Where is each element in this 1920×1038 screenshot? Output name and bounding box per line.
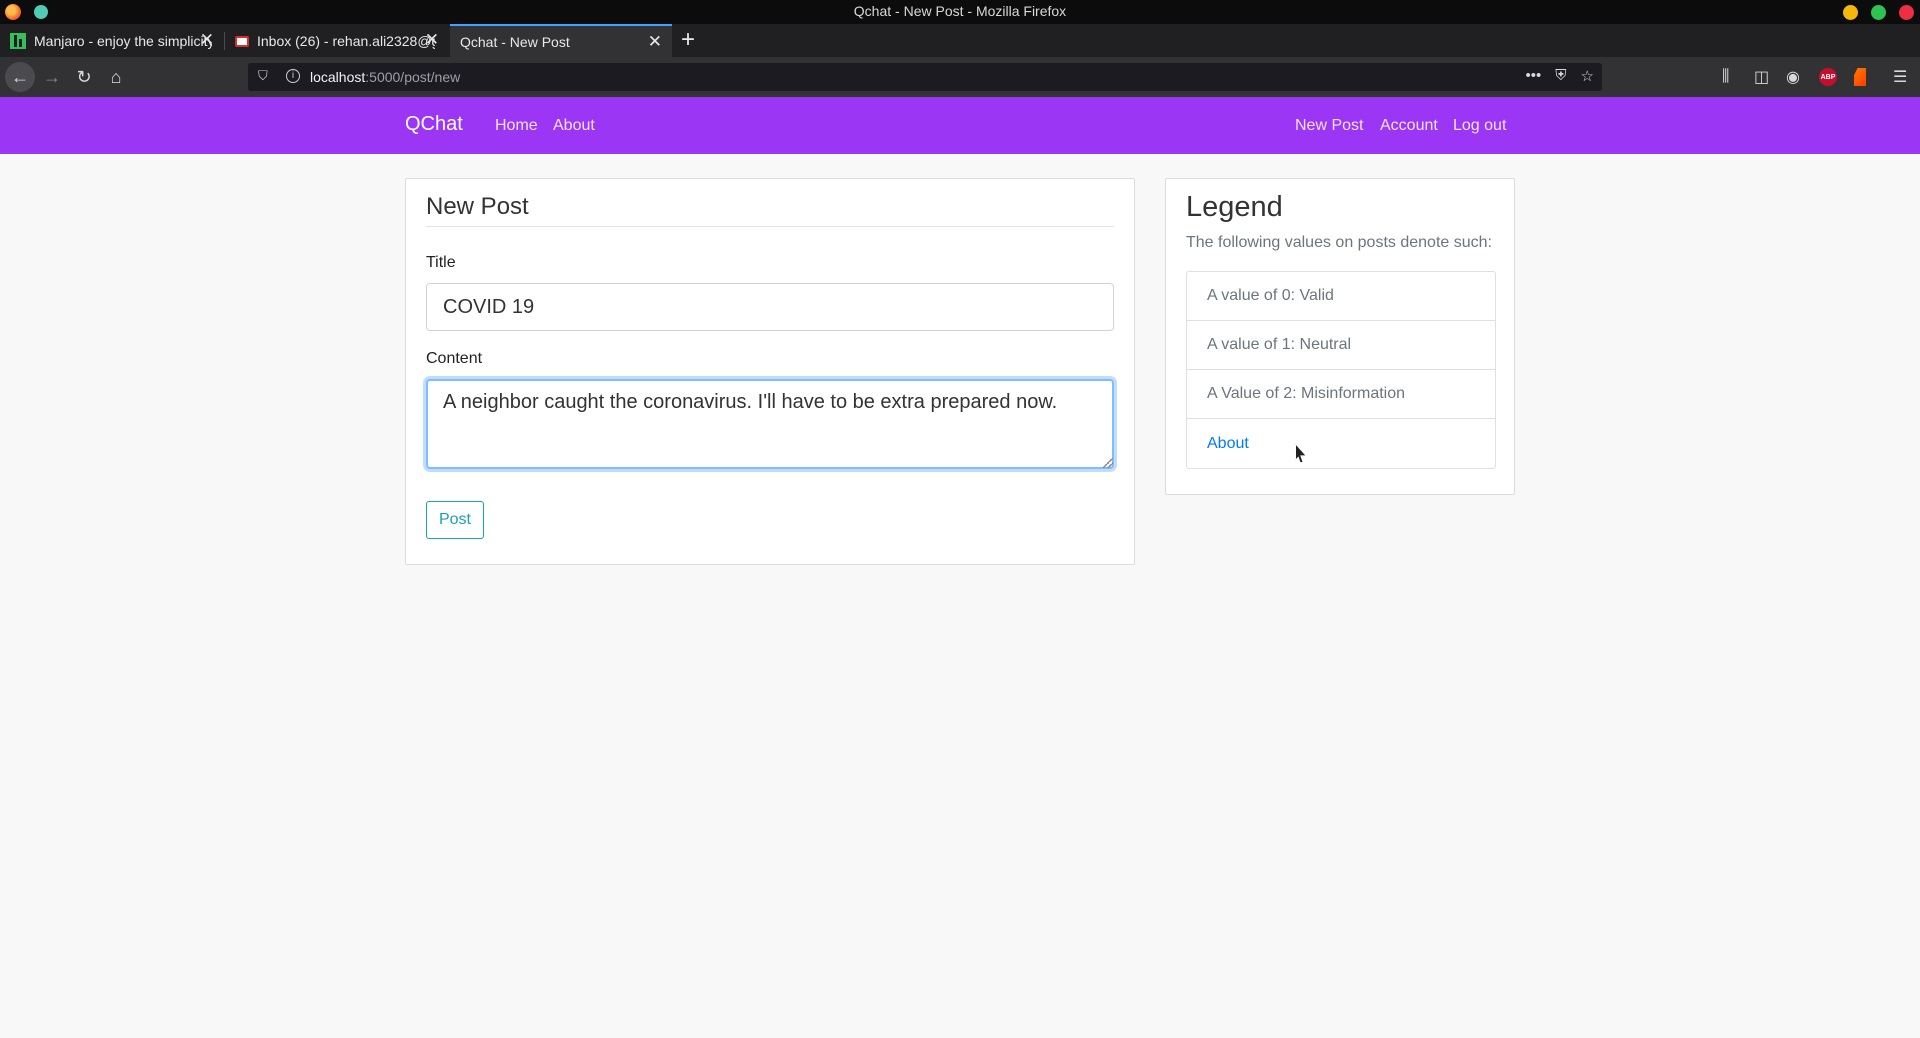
form-legend: New Post <box>426 193 529 220</box>
manjaro-icon <box>10 32 26 49</box>
url-bar[interactable]: ⛉ i localhost:5000/post/new ••• ⛨ ☆ <box>248 63 1602 91</box>
site-brand[interactable]: QChat <box>405 113 463 136</box>
legend-item-valid: A value of 0: Valid <box>1187 272 1495 321</box>
hamburger-menu-icon[interactable]: ☰ <box>1893 57 1907 97</box>
tab-bar: Manjaro - enjoy the simplicity ✕ Inbox (… <box>0 24 1920 57</box>
tracking-shield-icon[interactable]: ⛉ <box>258 68 268 84</box>
pocket-icon[interactable]: ⛨ <box>1555 67 1566 85</box>
tab-label: Inbox (26) - rehan.ali2328@gmail.com <box>257 32 435 49</box>
legend-list: A value of 0: Valid A value of 1: Neutra… <box>1186 271 1496 469</box>
account-icon[interactable]: ◉ <box>1786 57 1800 97</box>
legend-card: Legend The following values on posts den… <box>1165 178 1515 495</box>
adblock-plus-icon[interactable]: ABP <box>1819 57 1837 97</box>
gmail-icon <box>235 35 249 47</box>
nav-link-new-post[interactable]: New Post <box>1295 117 1363 135</box>
site-info-icon[interactable]: i <box>286 69 300 83</box>
divider <box>426 226 1114 227</box>
page-actions-icon[interactable]: ••• <box>1526 67 1542 85</box>
bookmark-star-icon[interactable]: ☆ <box>1581 67 1594 85</box>
tab-manjaro[interactable]: Manjaro - enjoy the simplicity ✕ <box>0 24 224 57</box>
nav-link-log-out[interactable]: Log out <box>1453 117 1506 135</box>
nav-link-about[interactable]: About <box>553 117 595 135</box>
url-actions: ••• ⛨ ☆ <box>1526 67 1594 85</box>
forward-button[interactable]: → <box>40 57 64 97</box>
browser-toolbar: ← → ↻ ⌂ ⛉ i localhost:5000/post/new ••• … <box>0 57 1920 97</box>
legend-item-neutral: A value of 1: Neutral <box>1187 321 1495 370</box>
home-button[interactable]: ⌂ <box>104 57 128 97</box>
tab-qchat-new-post[interactable]: Qchat - New Post ✕ <box>450 24 672 57</box>
url-path: :5000/post/new <box>365 69 461 85</box>
back-button[interactable]: ← <box>4 57 36 97</box>
extension-icon[interactable] <box>1854 57 1866 97</box>
close-window-button[interactable] <box>1899 5 1914 20</box>
resize-handle-icon[interactable] <box>1103 458 1113 468</box>
sidebar-icon[interactable]: ◫ <box>1754 57 1769 97</box>
arrow-left-icon: ← <box>5 62 35 92</box>
tab-label: Manjaro - enjoy the simplicity <box>34 32 212 49</box>
new-tab-button[interactable]: + <box>681 26 695 54</box>
nav-link-account[interactable]: Account <box>1380 117 1438 135</box>
url-text[interactable]: localhost:5000/post/new <box>310 69 460 85</box>
legend-item-misinformation: A Value of 2: Misinformation <box>1187 370 1495 419</box>
site-navbar: QChat Home About New Post Account Log ou… <box>0 97 1920 154</box>
close-tab-icon[interactable]: ✕ <box>200 31 214 49</box>
reload-button[interactable]: ↻ <box>72 57 96 97</box>
new-post-form: New Post Title Content A neighbor caught… <box>405 178 1135 565</box>
close-tab-icon[interactable]: ✕ <box>648 33 662 51</box>
title-input[interactable] <box>426 283 1114 331</box>
legend-about-link[interactable]: About <box>1187 419 1495 468</box>
close-tab-icon[interactable]: ✕ <box>425 31 439 49</box>
legend-description: The following values on posts denote suc… <box>1186 234 1492 251</box>
url-host: localhost <box>310 69 366 85</box>
minimize-button[interactable] <box>1843 5 1858 20</box>
maximize-button[interactable] <box>1871 5 1886 20</box>
content-label: Content <box>426 350 483 367</box>
content-textarea[interactable]: A neighbor caught the coronavirus. I'll … <box>426 379 1114 469</box>
nav-link-home[interactable]: Home <box>495 117 538 135</box>
title-label: Title <box>426 254 456 271</box>
window-titlebar: Qchat - New Post - Mozilla Firefox <box>0 0 1920 24</box>
window-title: Qchat - New Post - Mozilla Firefox <box>853 3 1067 19</box>
library-icon[interactable]: ⫼ <box>1722 57 1729 97</box>
tab-gmail[interactable]: Inbox (26) - rehan.ali2328@gmail.com ✕ <box>225 24 449 57</box>
legend-title: Legend <box>1186 191 1283 223</box>
post-button[interactable]: Post <box>426 501 484 539</box>
tab-label: Qchat - New Post <box>460 33 570 50</box>
